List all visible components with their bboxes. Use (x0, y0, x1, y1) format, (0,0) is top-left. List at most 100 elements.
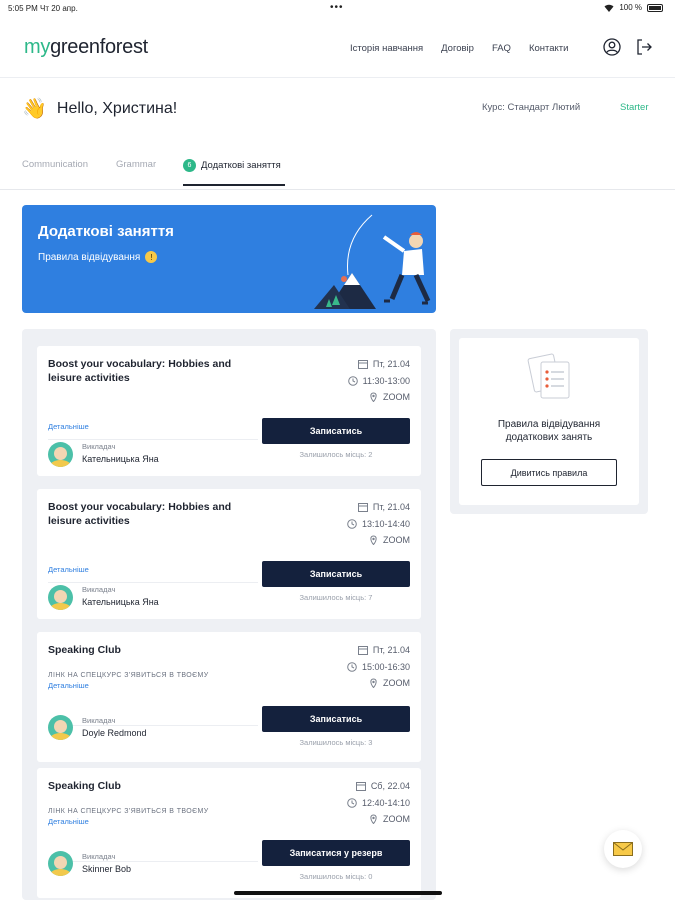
profile-icon[interactable] (603, 38, 621, 56)
divider (48, 861, 258, 862)
location-pin-icon (370, 392, 377, 402)
lesson-date: Пт, 21.04 (357, 645, 410, 655)
teacher-label: Викладач (82, 852, 116, 861)
nav-learning-history[interactable]: Історія навчання (350, 43, 423, 54)
lesson-location: ZOOM (369, 535, 410, 545)
seats-left: Залишилось місць: 0 (299, 872, 373, 881)
seats-left: Залишилось місць: 7 (299, 593, 373, 602)
lesson-title: Boost your vocabulary: Hobbies and leisu… (48, 358, 232, 384)
lesson-note: ЛІНК НА СПЕЦКУРС З'ЯВИТЬСЯ В ТВОЄМУ (48, 672, 209, 679)
teacher-label: Викладач (82, 716, 116, 725)
view-rules-button[interactable]: Дивитись правила (481, 459, 617, 486)
lesson-date: Пт, 21.04 (357, 359, 410, 369)
lesson-card: Speaking Club ЛІНК НА СПЕЦКУРС З'ЯВИТЬСЯ… (37, 768, 421, 898)
teacher-avatar (48, 851, 73, 876)
lesson-card: Boost your vocabulary: Hobbies and leisu… (37, 489, 421, 619)
teacher-avatar (48, 442, 73, 467)
teacher-name: Кательницька Яна (82, 597, 159, 607)
lessons-list: Boost your vocabulary: Hobbies and leisu… (22, 329, 436, 900)
lesson-date: Пт, 21.04 (357, 502, 410, 512)
clock-icon (347, 662, 357, 672)
teacher-name: Skinner Bob (82, 864, 132, 874)
teacher-name: Doyle Redmond (82, 728, 147, 738)
rules-panel: Правила відвідування додаткових занять Д… (450, 329, 648, 514)
calendar-icon (357, 503, 368, 512)
enroll-button[interactable]: Записатись (262, 561, 410, 587)
calendar-icon (357, 360, 368, 369)
clock-icon (347, 519, 357, 529)
greeting-text: Hello, Христина! (56, 99, 178, 117)
calendar-icon (355, 782, 366, 791)
extra-lessons-banner: Додаткові заняття Правила відвідування ! (22, 205, 436, 313)
tab-count-badge: 6 (183, 159, 196, 172)
nav-contract[interactable]: Договір (441, 43, 474, 54)
message-button[interactable] (604, 830, 642, 868)
teacher-label: Викладач (82, 585, 116, 594)
lesson-location: ZOOM (369, 392, 410, 402)
enroll-button[interactable]: Записатись (262, 706, 410, 732)
details-link[interactable]: Детальніше (48, 422, 89, 431)
teacher-label: Викладач (82, 442, 116, 451)
battery-icon (647, 3, 663, 12)
lesson-time: 11:30-13:00 (347, 376, 410, 386)
rules-card: Правила відвідування додаткових занять Д… (459, 338, 639, 505)
tab-extra-lessons-label: Додаткові заняття (201, 160, 281, 171)
active-tab-indicator (183, 184, 285, 186)
fishing-illustration (314, 214, 431, 309)
lesson-title: Speaking Club (48, 644, 121, 656)
teacher-avatar (48, 715, 73, 740)
clock-icon (347, 798, 357, 808)
details-link[interactable]: Детальніше (48, 565, 89, 574)
divider (48, 439, 258, 440)
rules-link[interactable]: Правила відвідування ! (38, 251, 158, 263)
status-time: 5:05 PM Чт 20 апр. (8, 4, 78, 13)
tab-extra-lessons[interactable]: 6 Додаткові заняття (183, 159, 281, 172)
multitasking-dots: ••• (330, 2, 344, 13)
banner-title: Додаткові заняття (38, 223, 174, 240)
envelope-icon (613, 842, 633, 856)
logo-rest: greenforest (50, 36, 148, 58)
greeting: 👋 Hello, Христина! (22, 96, 177, 121)
divider (48, 582, 258, 583)
lesson-location: ZOOM (369, 678, 410, 688)
teacher-avatar (48, 585, 73, 610)
lesson-location: ZOOM (369, 814, 410, 824)
tab-bar: Communication Grammar 6 Додаткові занятт… (0, 150, 675, 190)
lesson-date: Сб, 22.04 (355, 781, 410, 791)
rules-link-label: Правила відвідування (38, 251, 141, 263)
tab-communication[interactable]: Communication (22, 159, 88, 170)
top-header: mygreenforest Історія навчання Договір F… (0, 16, 675, 78)
reserve-button[interactable]: Записатися у резерв (262, 840, 410, 866)
seats-left: Залишилось місць: 3 (299, 738, 373, 747)
battery-percent: 100 % (619, 3, 642, 12)
nav-faq[interactable]: FAQ (492, 43, 511, 54)
calendar-icon (357, 646, 368, 655)
enroll-button[interactable]: Записатись (262, 418, 410, 444)
waving-hand-icon: 👋 (22, 98, 47, 120)
clock-icon (347, 376, 358, 386)
logout-icon[interactable] (635, 38, 653, 56)
seats-left: Залишилось місць: 2 (299, 450, 373, 459)
course-level[interactable]: Starter (620, 102, 649, 113)
details-link[interactable]: Детальніше (48, 817, 89, 826)
lesson-time: 13:10-14:40 (347, 519, 410, 529)
course-name: Курс: Стандарт Лютий (482, 102, 581, 113)
location-pin-icon (370, 814, 377, 824)
lesson-card: Boost your vocabulary: Hobbies and leisu… (37, 346, 421, 476)
status-bar: 5:05 PM Чт 20 апр. ••• 100 % (0, 0, 675, 16)
details-link[interactable]: Детальніше (48, 681, 89, 690)
logo-prefix: my (24, 36, 51, 58)
lesson-time: 12:40-14:10 (347, 798, 410, 808)
documents-icon (527, 353, 570, 399)
lesson-time: 15:00-16:30 (347, 662, 410, 672)
divider (48, 725, 258, 726)
teacher-name: Кательницька Яна (82, 454, 159, 464)
wifi-icon (604, 4, 614, 12)
nav-contacts[interactable]: Контакти (529, 43, 569, 54)
logo[interactable]: mygreenforest (24, 36, 148, 59)
main-nav: Історія навчання Договір FAQ Контакти (350, 43, 568, 54)
tab-grammar[interactable]: Grammar (116, 159, 156, 170)
rules-caption: Правила відвідування додаткових занять (497, 419, 601, 443)
lesson-title: Boost your vocabulary: Hobbies and leisu… (48, 501, 232, 527)
lesson-card: Speaking Club ЛІНК НА СПЕЦКУРС З'ЯВИТЬСЯ… (37, 632, 421, 762)
